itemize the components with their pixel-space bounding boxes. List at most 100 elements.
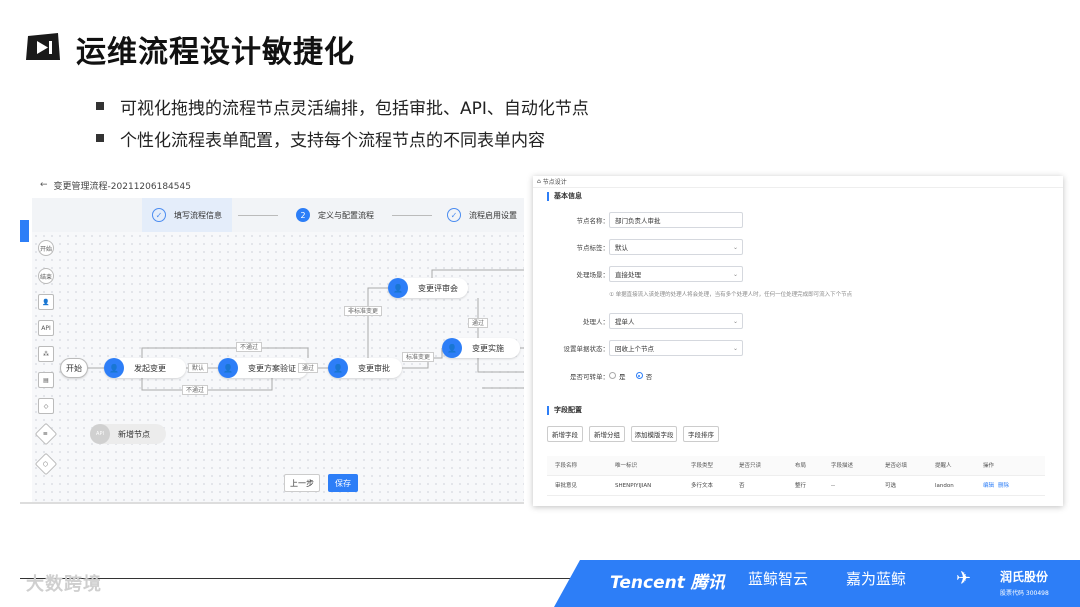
radio-label: 是	[619, 372, 626, 381]
node-name-input[interactable]: 部门负责人审批	[609, 212, 743, 228]
bullet-text: 可视化拖拽的流程节点灵活编排，包括审批、API、自动化节点	[120, 98, 589, 119]
node-label: 发起变更	[134, 363, 166, 373]
field-handler: 处理人： 提单人 ⌄	[533, 312, 1063, 330]
user-icon: 👤	[218, 358, 238, 378]
node-label: 变更实施	[472, 343, 504, 353]
step-fill-info[interactable]: ✓ 填写流程信息	[142, 198, 232, 232]
table-cell: SHENPIYIJIAN	[615, 483, 652, 489]
palette-end-node[interactable]: 结束	[38, 268, 54, 284]
flow-canvas[interactable]: 开始 👤 发起变更 👤 变更方案验证 👤 变更审批 👤 变更评审会 👤 变更实施 不通过 …	[32, 232, 524, 502]
palette-start-node[interactable]: 开始	[38, 240, 54, 256]
radio-yes[interactable]: 是	[609, 371, 626, 381]
prev-step-button[interactable]: 上一步	[284, 474, 320, 492]
node-change-approval[interactable]: 👤 变更审批	[328, 358, 402, 378]
palette-api-node[interactable]: API	[38, 320, 54, 336]
sidebar-accent	[20, 220, 29, 242]
back-arrow-icon[interactable]: ←	[40, 180, 48, 190]
palette-form-icon[interactable]: ▤	[38, 372, 54, 388]
column-header: 字段类型	[691, 463, 714, 469]
brand-tencent: Tencent 腾讯	[610, 573, 725, 593]
edge-label-reject: 不通过	[182, 385, 209, 395]
select-value: 提单人	[615, 318, 635, 326]
handler-select[interactable]: 提单人 ⌄	[609, 313, 743, 329]
node-change-review[interactable]: 👤 变更评审会	[388, 278, 468, 298]
home-icon[interactable]: ⌂	[537, 178, 541, 185]
table-cell: 审批意见	[555, 483, 578, 489]
node-change-implement[interactable]: 👤 变更实施	[442, 338, 520, 358]
node-label: 变更方案验证	[248, 363, 296, 373]
step-connector	[238, 215, 278, 216]
bullet-marker	[96, 102, 104, 110]
table-cell: 可选	[885, 483, 897, 489]
brand-runshi: 润氏股份	[1000, 570, 1049, 584]
node-settings-panel: ⌂ 节点设计 基本信息 节点名称： 部门负责人审批 节点标签： 默认 ⌄ 处理场景…	[533, 176, 1063, 506]
sort-fields-button[interactable]: 字段排序	[683, 426, 719, 442]
scenario-hint: ① 单据直接流入该处理的处理人将会处理，当有多个处理人时，任何一位处理完成即可流…	[609, 292, 853, 298]
node-verify-plan[interactable]: 👤 变更方案验证	[218, 358, 308, 378]
step-enable-settings[interactable]: ✓ 流程启用设置	[437, 198, 527, 232]
flow-title: 变更管理流程-20211206184545	[53, 181, 191, 192]
step-define-flow[interactable]: 2 定义与配置流程	[286, 198, 396, 232]
field-label: 节点标签：	[576, 244, 610, 252]
delete-link[interactable]: 删除	[998, 483, 1009, 489]
edit-link[interactable]: 编辑	[983, 483, 994, 489]
check-icon: ✓	[447, 208, 461, 222]
edge-label-default: 默认	[188, 363, 209, 373]
radio-no[interactable]: 否	[635, 371, 652, 381]
palette-automation-icon[interactable]: ⁂	[38, 346, 54, 362]
field-ticket-status: 设置单据状态： 回收上个节点 ⌄	[533, 339, 1063, 357]
brand-bluking-cloud: 蓝鲸智云	[748, 570, 809, 588]
palette-gateway-icon[interactable]: ◇	[38, 398, 54, 414]
new-node[interactable]: API 新增节点	[90, 424, 166, 444]
ticket-status-select[interactable]: 回收上个节点 ⌄	[609, 340, 743, 356]
bullet-item: 个性化流程表单配置，支持每个流程节点的不同表单内容	[96, 122, 589, 154]
brand-canway: 嘉为蓝鲸	[846, 570, 907, 588]
bullet-marker	[96, 134, 104, 142]
chevron-down-icon: ⌄	[732, 344, 738, 352]
table-actions: 编辑 删除	[983, 476, 1013, 496]
palette-user-node-icon[interactable]: 👤	[38, 294, 54, 310]
column-header: 操作	[983, 463, 995, 469]
save-button[interactable]: 保存	[328, 474, 358, 492]
field-node-name: 节点名称： 部门负责人审批	[533, 211, 1063, 229]
add-group-button[interactable]: 新增分组	[589, 426, 625, 442]
step-label: 定义与配置流程	[318, 210, 374, 220]
column-header: 字段描述	[831, 463, 854, 469]
field-label: 设置单据状态：	[563, 345, 610, 353]
field-transfer: 是否可转单： 是 否	[533, 367, 1063, 385]
scenario-select[interactable]: 直接处理 ⌄	[609, 266, 743, 282]
brand-band: Tencent 腾讯 蓝鲸智云 嘉为蓝鲸 ✈ 润氏股份 股票代码 300498	[554, 560, 1080, 607]
add-template-field-button[interactable]: 添加模版字段	[631, 426, 677, 442]
slide-title: 运维流程设计敏捷化	[76, 35, 355, 70]
table-cell: 多行文本	[691, 483, 714, 489]
section-basic-info: 基本信息	[547, 192, 582, 201]
node-tag-select[interactable]: 默认 ⌄	[609, 239, 743, 255]
select-value: 默认	[615, 244, 628, 252]
start-node[interactable]: 开始	[60, 358, 88, 378]
breadcrumb-text: 节点设计	[542, 179, 567, 186]
add-field-button[interactable]: 新增字段	[547, 426, 583, 442]
step-number: 2	[296, 208, 310, 222]
new-node-label: 新增节点	[118, 429, 150, 439]
table-cell: landon	[935, 483, 954, 489]
field-label: 是否可转单：	[570, 373, 609, 381]
node-label: 变更审批	[358, 363, 390, 373]
field-label: 处理人：	[583, 318, 609, 326]
user-icon: 👤	[104, 358, 124, 378]
edge-label-reject: 不通过	[236, 342, 263, 352]
field-label: 节点名称：	[576, 217, 610, 225]
section-field-config: 字段配置	[547, 406, 582, 415]
edge-label-standard-change: 标准变更	[402, 352, 435, 362]
user-icon: 👤	[442, 338, 462, 358]
band-slant	[554, 560, 580, 607]
column-header: 是否只读	[739, 463, 762, 469]
chevron-down-icon: ⌄	[732, 243, 738, 251]
watermark: 大数跨境	[26, 574, 102, 595]
field-scenario: 处理场景： 直接处理 ⌄	[533, 265, 1063, 283]
chevron-down-icon: ⌄	[732, 317, 738, 325]
node-initiate-change[interactable]: 👤 发起变更	[104, 358, 186, 378]
breadcrumb: ⌂ 节点设计	[533, 176, 1063, 188]
table-header-row: 字段名称 唯一标识 字段类型 是否只读 布局 字段描述 是否必填 提醒人 操作	[547, 456, 1045, 476]
table-cell: --	[831, 483, 835, 489]
stepper: ✓ 填写流程信息 2 定义与配置流程 ✓ 流程启用设置	[32, 198, 524, 232]
